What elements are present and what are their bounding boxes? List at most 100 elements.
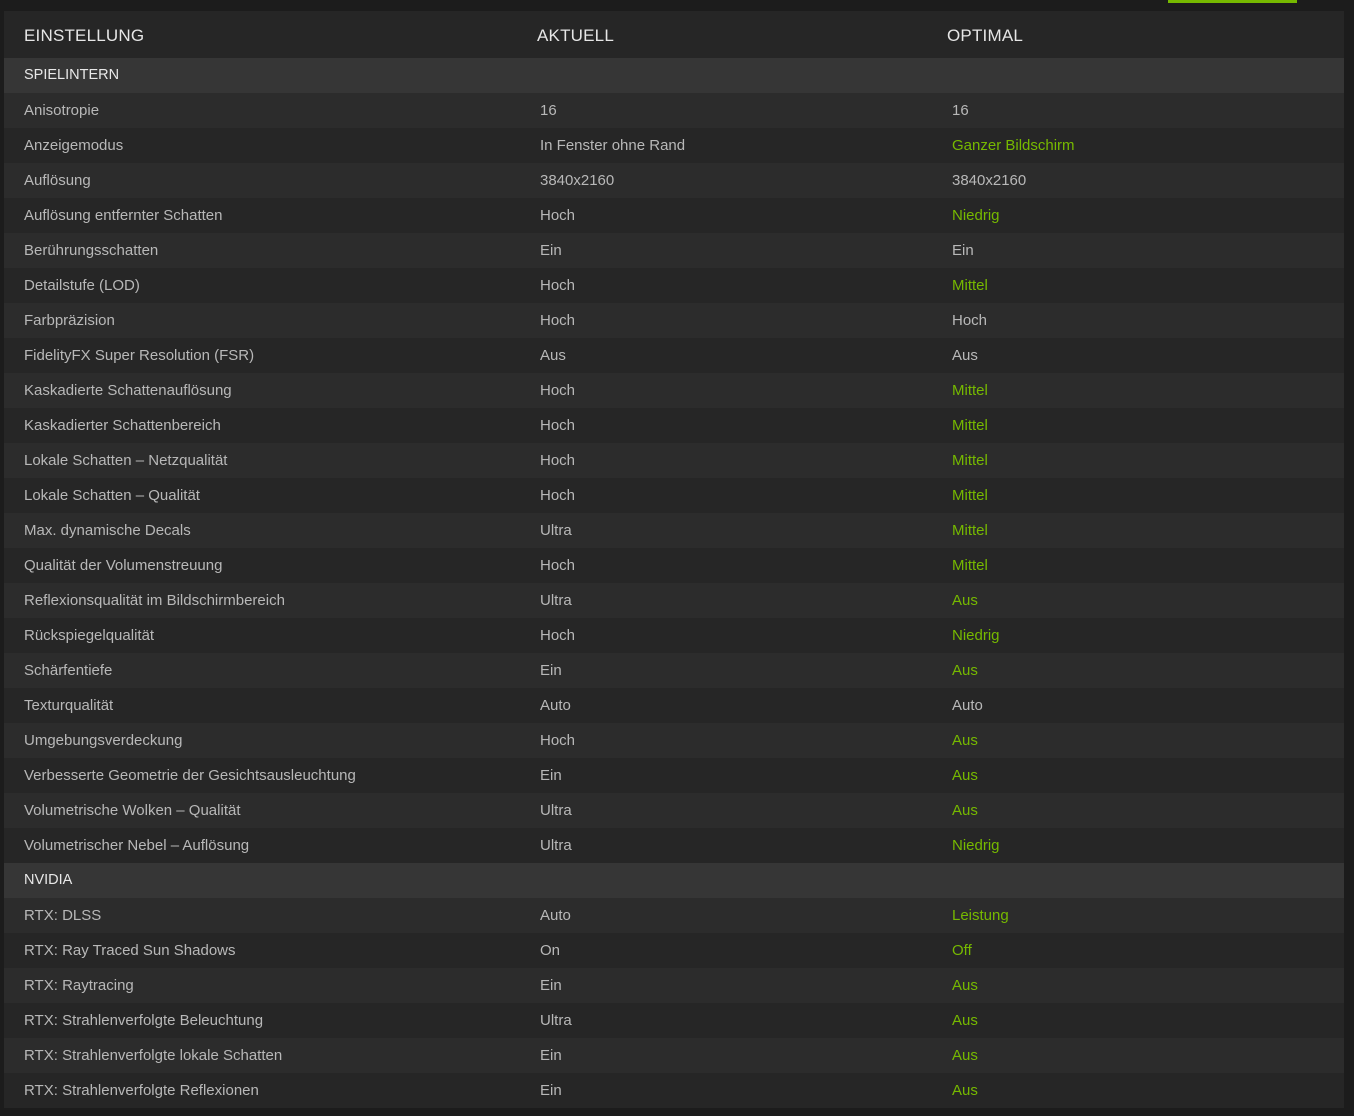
optimal-value: Aus bbox=[952, 732, 978, 749]
table-body: SPIELINTERN Anisotropie 16 16 Anzeigemodus In… bbox=[4, 58, 1344, 1108]
current-value: Hoch bbox=[540, 627, 576, 644]
table-row: Rückspiegelqualität Hoch Niedrig bbox=[4, 618, 1344, 653]
section-header: SPIELINTERN bbox=[4, 58, 1344, 93]
table-row: Schärfentiefe Ein Aus bbox=[4, 653, 1344, 688]
table-row: Volumetrische Wolken – Qualität Ultra Aus bbox=[4, 793, 1344, 828]
table-row: Kaskadierte Schattenauflösung Hoch Mittel bbox=[4, 373, 1344, 408]
setting-name: Anzeigemodus bbox=[24, 137, 124, 154]
current-value: Hoch bbox=[540, 277, 576, 294]
table-row: Detailstufe (LOD) Hoch Mittel bbox=[4, 268, 1344, 303]
current-value: Auto bbox=[540, 907, 571, 924]
setting-name: Umgebungsverdeckung bbox=[24, 732, 183, 749]
table-row: Lokale Schatten – Netzqualität Hoch Mittel bbox=[4, 443, 1344, 478]
optimal-value: Niedrig bbox=[952, 207, 1000, 224]
table-row: RTX: Strahlenverfolgte Beleuchtung Ultra A… bbox=[4, 1003, 1344, 1038]
current-value: On bbox=[540, 942, 561, 959]
current-value: Hoch bbox=[540, 207, 576, 224]
setting-name: Max. dynamische Decals bbox=[24, 522, 191, 539]
optimal-value: Aus bbox=[952, 977, 978, 994]
table-row: Qualität der Volumenstreuung Hoch Mittel bbox=[4, 548, 1344, 583]
current-value: Ultra bbox=[540, 802, 572, 819]
optimal-value: Mittel bbox=[952, 487, 988, 504]
optimal-value: Mittel bbox=[952, 557, 988, 574]
table-row: Reflexionsqualität im Bildschirmbereich U… bbox=[4, 583, 1344, 618]
optimal-value: Mittel bbox=[952, 277, 988, 294]
setting-name: Volumetrische Wolken – Qualität bbox=[24, 802, 241, 819]
setting-name: FidelityFX Super Resolution (FSR) bbox=[24, 347, 255, 364]
table-row: RTX: Raytracing Ein Aus bbox=[4, 968, 1344, 1003]
header-optimal: OPTIMAL bbox=[947, 26, 1024, 45]
optimal-value: Auto bbox=[952, 697, 983, 714]
table-row: Auflösung 3840x2160 3840x2160 bbox=[4, 163, 1344, 198]
table-row: Berührungsschatten Ein Ein bbox=[4, 233, 1344, 268]
setting-name: Lokale Schatten – Qualität bbox=[24, 487, 200, 504]
current-value: Hoch bbox=[540, 382, 576, 399]
table-row: Umgebungsverdeckung Hoch Aus bbox=[4, 723, 1344, 758]
current-value: Ultra bbox=[540, 592, 572, 609]
current-value: Hoch bbox=[540, 487, 576, 504]
optimal-value: Aus bbox=[952, 592, 978, 609]
table-row: Texturqualität Auto Auto bbox=[4, 688, 1344, 723]
current-value: Ein bbox=[540, 767, 562, 784]
setting-name: Kaskadierter Schattenbereich bbox=[24, 417, 221, 434]
current-value: Hoch bbox=[540, 557, 576, 574]
current-value: Ultra bbox=[540, 522, 572, 539]
setting-name: Kaskadierte Schattenauflösung bbox=[24, 382, 232, 399]
current-value: Ein bbox=[540, 1047, 562, 1064]
setting-name: Detailstufe (LOD) bbox=[24, 277, 140, 294]
settings-table: EINSTELLUNG AKTUELL OPTIMAL SPIELINTERN A… bbox=[4, 11, 1344, 1108]
table-row: FidelityFX Super Resolution (FSR) Aus Aus bbox=[4, 338, 1344, 373]
setting-name: RTX: Strahlenverfolgte Beleuchtung bbox=[24, 1012, 264, 1029]
optimal-value: Aus bbox=[952, 1047, 978, 1064]
optimal-value: Aus bbox=[952, 662, 978, 679]
setting-name: Volumetrischer Nebel – Auflösung bbox=[24, 837, 250, 854]
setting-name: Verbesserte Geometrie der Gesichtsausleu… bbox=[24, 767, 356, 784]
table-row: RTX: DLSS Auto Leistung bbox=[4, 898, 1344, 933]
current-value: Ein bbox=[540, 242, 562, 259]
current-value: Ultra bbox=[540, 837, 572, 854]
setting-name: Berührungsschatten bbox=[24, 242, 159, 259]
current-value: In Fenster ohne Rand bbox=[540, 137, 686, 154]
current-value: Hoch bbox=[540, 732, 576, 749]
setting-name: Schärfentiefe bbox=[24, 662, 113, 679]
section-header: NVIDIA bbox=[4, 863, 1344, 898]
setting-name: RTX: DLSS bbox=[24, 907, 102, 924]
table-row: Max. dynamische Decals Ultra Mittel bbox=[4, 513, 1344, 548]
header-setting: EINSTELLUNG bbox=[24, 26, 145, 45]
current-value: Auto bbox=[540, 697, 571, 714]
optimal-value: Off bbox=[952, 942, 972, 959]
optimal-value: Aus bbox=[952, 767, 978, 784]
optimal-value: Mittel bbox=[952, 382, 988, 399]
table-row: RTX: Ray Traced Sun Shadows On Off bbox=[4, 933, 1344, 968]
setting-name: Texturqualität bbox=[24, 697, 114, 714]
setting-name: Reflexionsqualität im Bildschirmbereich bbox=[24, 592, 285, 609]
current-value: Hoch bbox=[540, 312, 576, 329]
optimal-value: Ganzer Bildschirm bbox=[952, 137, 1075, 154]
header-current: AKTUELL bbox=[537, 26, 614, 45]
table-row: Anisotropie 16 16 bbox=[4, 93, 1344, 128]
setting-name: Rückspiegelqualität bbox=[24, 627, 155, 644]
setting-name: Qualität der Volumenstreuung bbox=[24, 557, 223, 574]
optimal-value: 16 bbox=[952, 102, 969, 119]
table-row: Farbpräzision Hoch Hoch bbox=[4, 303, 1344, 338]
optimal-value: Mittel bbox=[952, 417, 988, 434]
optimal-value: Mittel bbox=[952, 522, 988, 539]
table-row: Verbesserte Geometrie der Gesichtsausleu… bbox=[4, 758, 1344, 793]
section-title: NVIDIA bbox=[24, 872, 73, 888]
current-value: Ein bbox=[540, 662, 562, 679]
current-value: Ultra bbox=[540, 1012, 572, 1029]
setting-name: Lokale Schatten – Netzqualität bbox=[24, 452, 228, 469]
optimal-value: Mittel bbox=[952, 452, 988, 469]
setting-name: RTX: Raytracing bbox=[24, 977, 134, 994]
setting-name: RTX: Strahlenverfolgte Reflexionen bbox=[24, 1082, 259, 1099]
table-row: Kaskadierter Schattenbereich Hoch Mittel bbox=[4, 408, 1344, 443]
table-row: Volumetrischer Nebel – Auflösung Ultra Nie… bbox=[4, 828, 1344, 863]
setting-name: Farbpräzision bbox=[24, 312, 115, 329]
optimal-value: Aus bbox=[952, 802, 978, 819]
table-header: EINSTELLUNG AKTUELL OPTIMAL bbox=[4, 11, 1344, 58]
optimal-value: Leistung bbox=[952, 907, 1009, 924]
setting-name: Auflösung bbox=[24, 172, 91, 189]
optimal-value: Niedrig bbox=[952, 837, 1000, 854]
setting-name: Anisotropie bbox=[24, 102, 100, 119]
current-value: 16 bbox=[540, 102, 557, 119]
